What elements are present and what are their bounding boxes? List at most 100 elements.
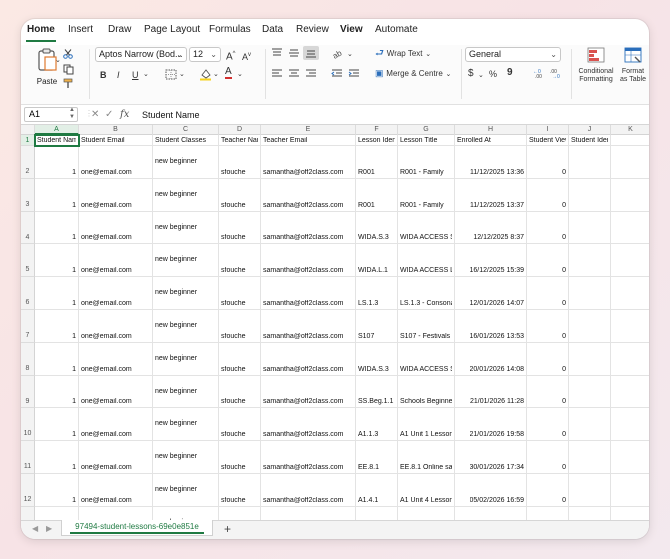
row-header-7[interactable]: 7 (21, 310, 35, 343)
header-cell[interactable]: Student Email (79, 135, 153, 146)
table-cell[interactable]: 0 (527, 375, 569, 409)
table-cell[interactable]: sfouche (219, 375, 261, 409)
row-header-6[interactable]: 6 (21, 277, 35, 310)
underline-dropdown-icon[interactable]: ⌄ (143, 69, 149, 81)
paste-button[interactable]: Paste (29, 48, 65, 88)
cancel-icon[interactable]: ✕ (91, 109, 99, 120)
table-cell[interactable]: 11/12/2025 13:37 (455, 178, 527, 212)
table-cell[interactable]: sfouche (219, 474, 261, 507)
table-cell[interactable]: 1 (35, 211, 79, 245)
header-cell[interactable]: Teacher Email (261, 135, 356, 146)
table-cell[interactable]: samantha@off2class.com (261, 342, 356, 376)
copy-icon[interactable] (63, 64, 74, 75)
row-header-1[interactable]: 1 (21, 135, 35, 146)
table-cell[interactable]: samantha@off2class.com (261, 277, 356, 310)
table-cell[interactable]: 0 (527, 342, 569, 376)
underline-button[interactable]: U (132, 69, 139, 81)
tab-insert[interactable]: Insert (68, 24, 93, 35)
table-cell[interactable]: 0 (527, 277, 569, 310)
format-painter-icon[interactable] (63, 78, 74, 89)
table-cell[interactable]: 0 (527, 474, 569, 507)
shrink-font-button[interactable]: Av (242, 49, 251, 63)
table-cell[interactable] (611, 310, 649, 343)
table-cell[interactable] (611, 277, 649, 310)
table-cell[interactable]: LS.1.3 (356, 277, 398, 310)
previous-sheet-icon[interactable]: ◀ (32, 524, 38, 533)
table-cell[interactable] (611, 507, 649, 520)
table-cell[interactable]: sfouche (219, 408, 261, 442)
column-header-d[interactable]: D (219, 125, 261, 135)
table-cell[interactable]: A1.4.1 (356, 474, 398, 507)
column-header-h[interactable]: H (455, 125, 527, 135)
column-header-j[interactable]: J (569, 125, 611, 135)
table-cell[interactable]: samantha@off2class.com (261, 474, 356, 507)
table-cell[interactable]: samantha@off2class.com (261, 211, 356, 245)
table-cell[interactable]: samantha@off2class.com (261, 146, 356, 179)
table-cell[interactable]: WIDA ACCESS Spe (398, 342, 455, 376)
table-cell[interactable] (611, 376, 649, 409)
table-cell[interactable]: 12/01/2026 14:07 (455, 277, 527, 310)
row-header-4[interactable]: 4 (21, 211, 35, 245)
tab-data[interactable]: Data (262, 24, 283, 35)
column-header-k[interactable]: K (611, 125, 649, 135)
table-cell[interactable]: SS.Beg.1.1 (356, 375, 398, 409)
conditional-formatting-button[interactable]: Conditional Formatting (576, 47, 616, 84)
align-bottom-button[interactable] (303, 46, 319, 60)
table-cell[interactable]: 0 (527, 244, 569, 278)
table-cell[interactable] (569, 408, 611, 442)
next-sheet-icon[interactable]: ▶ (46, 524, 52, 533)
header-cell[interactable]: Student Classes (153, 135, 219, 146)
table-cell[interactable] (611, 212, 649, 245)
table-cell[interactable]: 16/12/2025 15:39 (455, 244, 527, 278)
table-cell[interactable]: 0 (527, 211, 569, 245)
table-cell[interactable] (569, 474, 611, 507)
row-header-8[interactable]: 8 (21, 342, 35, 376)
tab-formulas[interactable]: Formulas (209, 24, 251, 35)
table-cell[interactable]: samantha@off2class.com (261, 375, 356, 409)
table-cell[interactable] (569, 506, 611, 520)
table-cell[interactable]: WIDA ACCESS Spe (398, 211, 455, 245)
header-cell[interactable]: Lesson Identi (356, 135, 398, 146)
table-cell[interactable] (219, 506, 261, 520)
table-cell[interactable]: one@email.com (79, 178, 153, 212)
paste-dropdown-icon[interactable]: ⌄ (55, 55, 61, 67)
table-cell[interactable] (569, 441, 611, 474)
table-cell[interactable]: 1 (35, 342, 79, 376)
align-top-icon[interactable] (271, 48, 283, 58)
row-header-5[interactable]: 5 (21, 244, 35, 278)
table-cell[interactable]: one@email.com (79, 441, 153, 474)
borders-icon[interactable] (165, 69, 177, 80)
bold-button[interactable]: B (100, 69, 107, 81)
table-cell[interactable]: 1 (35, 178, 79, 212)
table-cell[interactable]: WIDA.S.3 (356, 211, 398, 245)
row-header-3[interactable]: 3 (21, 178, 35, 212)
table-cell[interactable]: S107 - Festivals ar (398, 310, 455, 343)
column-header-b[interactable]: B (79, 125, 153, 135)
table-cell[interactable]: 30/01/2026 17:34 (455, 441, 527, 474)
header-cell[interactable]: Teacher Nam (219, 135, 261, 146)
table-cell[interactable]: EE.8.1 Online safe (398, 441, 455, 474)
header-cell[interactable]: Enrolled At (455, 135, 527, 146)
align-center-icon[interactable] (288, 69, 300, 79)
header-cell[interactable]: Student View (527, 135, 569, 146)
borders-dropdown-icon[interactable]: ⌄ (179, 69, 185, 81)
table-cell[interactable]: S107 (356, 310, 398, 343)
table-cell[interactable] (569, 178, 611, 212)
currency-dropdown-icon[interactable]: ⌄ (478, 70, 484, 82)
table-cell[interactable]: 1 (35, 375, 79, 409)
table-cell[interactable] (356, 506, 398, 520)
table-cell[interactable]: 1 (35, 474, 79, 507)
row-header-2[interactable]: 2 (21, 146, 35, 179)
table-cell[interactable]: 0 (527, 310, 569, 343)
table-cell[interactable]: 21/01/2026 19:58 (455, 408, 527, 442)
table-cell[interactable]: EE.8.1 (356, 441, 398, 474)
header-cell[interactable] (611, 135, 649, 146)
column-header-g[interactable]: G (398, 125, 455, 135)
insert-function-button[interactable]: fx (120, 109, 129, 120)
table-cell[interactable] (611, 146, 649, 179)
increase-indent-icon[interactable] (348, 69, 360, 79)
table-cell[interactable]: 1 (35, 310, 79, 343)
table-cell[interactable]: 0 (527, 146, 569, 179)
tab-review[interactable]: Review (296, 24, 329, 35)
table-cell[interactable] (527, 506, 569, 520)
